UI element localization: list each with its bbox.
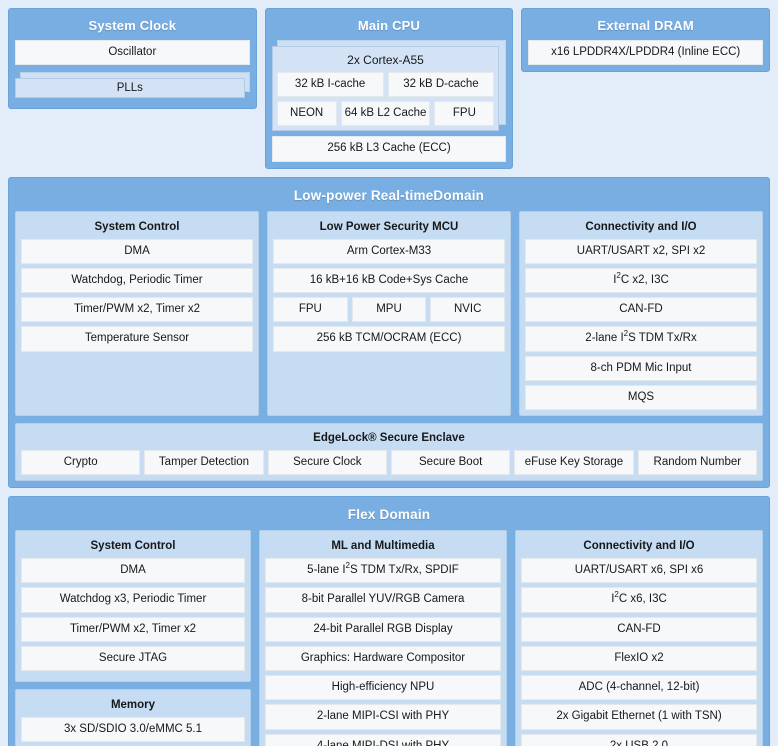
lp-connectivity-panel: Connectivity and I/O UART/USART x2, SPI … [519, 210, 763, 416]
flex-domain-columns: System Control DMA Watchdog x3, Periodic… [15, 530, 763, 746]
flex-connectivity-panel: Connectivity and I/O UART/USART x6, SPI … [515, 530, 763, 746]
flex-conn-item-canfd: CAN-FD [521, 616, 757, 642]
m33-unit-row: FPU MPU NVIC [273, 297, 506, 323]
ml-item-rgb-display: 24-bit Parallel RGB Display [265, 616, 501, 642]
system-clock-column: System Clock Oscillator PLLs [8, 8, 257, 110]
system-clock-title: System Clock [88, 18, 177, 33]
m33-nvic-item: NVIC [430, 297, 506, 323]
flex-memory-item-sd: 3x SD/SDIO 3.0/eMMC 5.1 [21, 717, 245, 743]
lp-system-control-panel: System Control DMA Watchdog, Periodic Ti… [15, 210, 259, 416]
lp-conn-item-i2c: I2C x2, I3C [525, 267, 757, 294]
neon-item: NEON [276, 101, 337, 127]
edgelock-title: EdgeLock® Secure Enclave [313, 431, 465, 444]
lp-conn-item-i2s: 2-lane I2S TDM Tx/Rx [525, 326, 757, 352]
lp-conn-item-pdm: 8-ch PDM Mic Input [525, 355, 757, 381]
lp-security-mcu-title: Low Power Security MCU [319, 220, 459, 233]
ml-item-parallel-camera: 8-bit Parallel YUV/RGB Camera [265, 587, 501, 613]
external-dram-column: External DRAM x16 LPDDR4X/LPDDR4 (Inline… [521, 8, 771, 73]
flex-conn-item-ethernet: 2x Gigabit Ethernet (1 with TSN) [521, 704, 757, 730]
main-cpu-title: Main CPU [357, 18, 421, 33]
flex-ml-multimedia-title: ML and Multimedia [331, 540, 435, 553]
lp-system-control-title: System Control [94, 220, 180, 233]
cortex-a55-label: 2x Cortex-A55 [347, 53, 424, 67]
lp-security-mcu-panel: Low Power Security MCU Arm Cortex-M33 16… [267, 210, 511, 416]
enclave-item-crypto: Crypto [21, 449, 141, 476]
m33-cache-item: 16 kB+16 kB Code+Sys Cache [273, 267, 505, 294]
lp-sysctl-item-dma: DMA [21, 238, 253, 264]
fpu-item: FPU [434, 101, 495, 127]
lp-sysctl-item-tempsensor: Temperature Sensor [21, 326, 253, 352]
flex-domain-title: Flex Domain [347, 507, 431, 523]
cortex-a55-panel: 2x Cortex-A55 32 kB I-cache 32 kB D-cach… [271, 46, 500, 132]
flex-conn-item-flexio: FlexIO x2 [521, 645, 757, 672]
flex-ml-multimedia-panel: ML and Multimedia 5-lane I2S TDM Tx/Rx, … [259, 530, 507, 746]
flex-sysctl-item-secure-jtag: Secure JTAG [21, 645, 245, 672]
cpu-cache-row-2: NEON 64 kB L2 Cache FPU [276, 101, 495, 127]
lp-connectivity-title: Connectivity and I/O [585, 220, 697, 233]
flex-domain: Flex Domain System Control DMA Watchdog … [8, 496, 770, 746]
flex-domain-group: Flex Domain System Control DMA Watchdog … [8, 496, 770, 746]
flex-connectivity-title: Connectivity and I/O [583, 540, 695, 553]
low-power-domain: Low-power Real-timeDomain System Control… [8, 176, 770, 489]
plls-stack: PLLs [15, 72, 250, 100]
lp-conn-item-canfd: CAN-FD [525, 297, 757, 323]
flex-sysctl-item-timer: Timer/PWM x2, Timer x2 [21, 616, 245, 642]
enclave-item-random-number: Random Number [637, 449, 757, 476]
oscillator-item: Oscillator [15, 40, 250, 66]
lp-conn-item-uart: UART/USART x2, SPI x2 [525, 238, 757, 264]
cpu-cache-row-1: 32 kB I-cache 32 kB D-cache [276, 72, 495, 98]
cortex-m33-item: Arm Cortex-M33 [273, 238, 505, 264]
lpddr4-item: x16 LPDDR4X/LPDDR4 (Inline ECC) [528, 40, 764, 66]
edgelock-items-row: Crypto Tamper Detection Secure Clock Sec… [21, 449, 757, 476]
external-dram-title: External DRAM [597, 18, 694, 33]
flex-sysctl-item-watchdog: Watchdog x3, Periodic Timer [21, 587, 245, 613]
flex-memory-panel: Memory 3x SD/SDIO 3.0/eMMC 5.1 Octal SPI… [15, 689, 251, 746]
edgelock-secure-enclave-panel: EdgeLock® Secure Enclave Crypto Tamper D… [15, 422, 763, 482]
flex-system-control-panel: System Control DMA Watchdog x3, Periodic… [15, 530, 251, 683]
ml-item-i2s-spdif: 5-lane I2S TDM Tx/Rx, SPDIF [265, 558, 501, 584]
external-dram-group: External DRAM x16 LPDDR4X/LPDDR4 (Inline… [521, 8, 771, 73]
ml-item-mipi-dsi: 4-lane MIPI-DSI with PHY [265, 733, 501, 746]
low-power-domain-columns: System Control DMA Watchdog, Periodic Ti… [15, 210, 763, 416]
low-power-domain-title: Low-power Real-timeDomain [293, 187, 485, 203]
enclave-item-secure-clock: Secure Clock [267, 449, 387, 476]
top-row: System Clock Oscillator PLLs Main CPU 2x… [8, 8, 771, 169]
m33-tcm-item: 256 kB TCM/OCRAM (ECC) [273, 326, 505, 352]
flex-sysctl-item-dma: DMA [21, 558, 245, 584]
ml-item-mipi-csi: 2-lane MIPI-CSI with PHY [265, 704, 501, 730]
flex-conn-item-i2c: I2C x6, I3C [521, 587, 757, 613]
ml-item-graphics-compositor: Graphics: Hardware Compositor [265, 645, 501, 672]
enclave-item-tamper-detection: Tamper Detection [144, 449, 264, 476]
flex-conn-item-adc: ADC (4-channel, 12-bit) [521, 675, 757, 701]
low-power-domain-group: Low-power Real-timeDomain System Control… [8, 176, 770, 489]
main-cpu-group: Main CPU 2x Cortex-A55 32 kB I-cache 32 … [264, 8, 514, 169]
flex-memory-title: Memory [110, 699, 156, 712]
m33-fpu-item: FPU [273, 297, 348, 323]
flex-conn-item-usb: 2x USB 2.0 [521, 733, 757, 746]
plls-item: PLLs [15, 78, 245, 99]
lp-conn-item-mqs: MQS [525, 384, 757, 410]
icache-item: 32 kB I-cache [276, 72, 384, 98]
flex-left-column: System Control DMA Watchdog x3, Periodic… [15, 530, 251, 746]
m33-mpu-item: MPU [351, 297, 427, 323]
main-cpu-column: Main CPU 2x Cortex-A55 32 kB I-cache 32 … [264, 8, 514, 169]
soc-block-diagram: System Clock Oscillator PLLs Main CPU 2x… [0, 0, 778, 746]
ml-item-npu: High-efficiency NPU [265, 675, 501, 701]
l2-cache-item: 64 kB L2 Cache [340, 101, 431, 127]
enclave-item-efuse-key-storage: eFuse Key Storage [514, 449, 634, 476]
enclave-item-secure-boot: Secure Boot [390, 449, 511, 476]
flex-system-control-title: System Control [90, 540, 176, 553]
system-clock-group: System Clock Oscillator PLLs [8, 8, 257, 110]
system-clock-body: Oscillator PLLs [15, 40, 250, 102]
lp-sysctl-item-timer: Timer/PWM x2, Timer x2 [21, 297, 253, 323]
lp-sysctl-item-watchdog: Watchdog, Periodic Timer [21, 267, 253, 294]
l3-cache-item: 256 kB L3 Cache (ECC) [271, 136, 507, 162]
dcache-item: 32 kB D-cache [387, 72, 495, 98]
cortex-a55-stack: 2x Cortex-A55 32 kB I-cache 32 kB D-cach… [271, 40, 507, 132]
flex-conn-item-uart: UART/USART x6, SPI x6 [521, 558, 757, 584]
